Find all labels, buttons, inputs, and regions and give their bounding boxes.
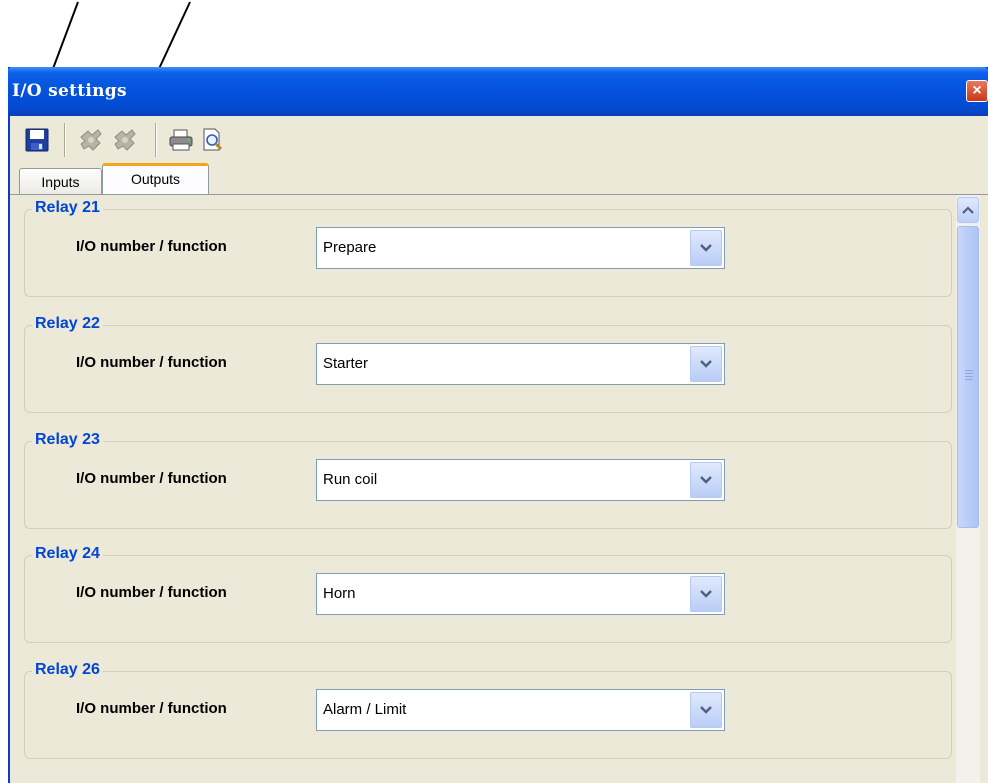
chevron-down-icon: [700, 360, 712, 368]
toolbar: [10, 116, 988, 164]
print-preview-icon: [203, 128, 223, 151]
relay-group: Relay 22 I/O number / function Starter: [24, 313, 952, 413]
tab-inputs-label: Inputs: [41, 174, 80, 190]
tab-outputs-label: Outputs: [130, 171, 181, 187]
dropdown-button[interactable]: [690, 462, 722, 498]
export-button[interactable]: [110, 124, 140, 156]
io-settings-window: I/O settings × Inputs Outputs Relay 21 I…: [8, 67, 988, 783]
io-function-select[interactable]: Prepare: [316, 227, 725, 269]
outputs-panel: Relay 21 I/O number / function Prepare R…: [10, 194, 988, 783]
tab-strip: Inputs Outputs: [10, 163, 988, 194]
relay-title: Relay 22: [32, 313, 103, 335]
save-button[interactable]: [22, 124, 52, 156]
window-title: I/O settings: [12, 81, 127, 101]
dropdown-button[interactable]: [690, 230, 722, 266]
relay-group: Relay 21 I/O number / function Prepare: [24, 197, 952, 297]
scroll-thumb[interactable]: [957, 226, 979, 528]
vertical-scrollbar[interactable]: [956, 195, 980, 783]
relay-group: Relay 24 I/O number / function Horn: [24, 543, 952, 643]
io-function-value: Run coil: [323, 471, 378, 488]
close-icon: ×: [972, 82, 982, 99]
io-function-value: Alarm / Limit: [323, 701, 407, 718]
relay-title: Relay 23: [32, 429, 103, 451]
relay-group: Relay 26 I/O number / function Alarm / L…: [24, 659, 952, 759]
save-icon: [25, 128, 49, 152]
scroll-up-button[interactable]: [957, 197, 979, 223]
io-function-select[interactable]: Alarm / Limit: [316, 689, 725, 731]
window-client-area: Inputs Outputs Relay 21 I/O number / fun…: [10, 116, 988, 783]
tab-outputs[interactable]: Outputs: [102, 163, 209, 194]
io-function-label: I/O number / function: [76, 238, 227, 255]
chevron-down-icon: [700, 590, 712, 598]
toolbar-separator: [64, 123, 65, 157]
io-function-label: I/O number / function: [76, 470, 227, 487]
grip-line: [965, 379, 973, 380]
print-icon: [169, 129, 193, 151]
io-function-label: I/O number / function: [76, 354, 227, 371]
print-preview-button[interactable]: [198, 124, 228, 156]
relay-group: Relay 23 I/O number / function Run coil: [24, 429, 952, 529]
tab-inputs[interactable]: Inputs: [19, 168, 102, 194]
io-function-label: I/O number / function: [76, 700, 227, 717]
dropdown-button[interactable]: [690, 576, 722, 612]
io-function-label: I/O number / function: [76, 584, 227, 601]
chevron-up-icon: [962, 206, 974, 214]
io-function-select[interactable]: Starter: [316, 343, 725, 385]
chevron-down-icon: [700, 706, 712, 714]
relay-title: Relay 24: [32, 543, 103, 565]
grip-line: [965, 376, 973, 377]
io-function-value: Horn: [323, 585, 356, 602]
import-button[interactable]: [76, 124, 106, 156]
export-icon: [114, 129, 136, 151]
dropdown-button[interactable]: [690, 346, 722, 382]
title-bar[interactable]: I/O settings ×: [8, 67, 988, 116]
close-button[interactable]: ×: [966, 80, 988, 102]
relay-title: Relay 21: [32, 197, 103, 219]
print-button[interactable]: [166, 124, 196, 156]
import-icon: [80, 129, 102, 151]
relay-title: Relay 26: [32, 659, 103, 681]
grip-line: [965, 373, 973, 374]
chevron-down-icon: [700, 476, 712, 484]
toolbar-separator: [155, 123, 156, 157]
io-function-select[interactable]: Horn: [316, 573, 725, 615]
io-function-value: Prepare: [323, 239, 377, 256]
dropdown-button[interactable]: [690, 692, 722, 728]
io-function-value: Starter: [323, 355, 369, 372]
chevron-down-icon: [700, 244, 712, 252]
grip-line: [965, 370, 973, 371]
io-function-select[interactable]: Run coil: [316, 459, 725, 501]
